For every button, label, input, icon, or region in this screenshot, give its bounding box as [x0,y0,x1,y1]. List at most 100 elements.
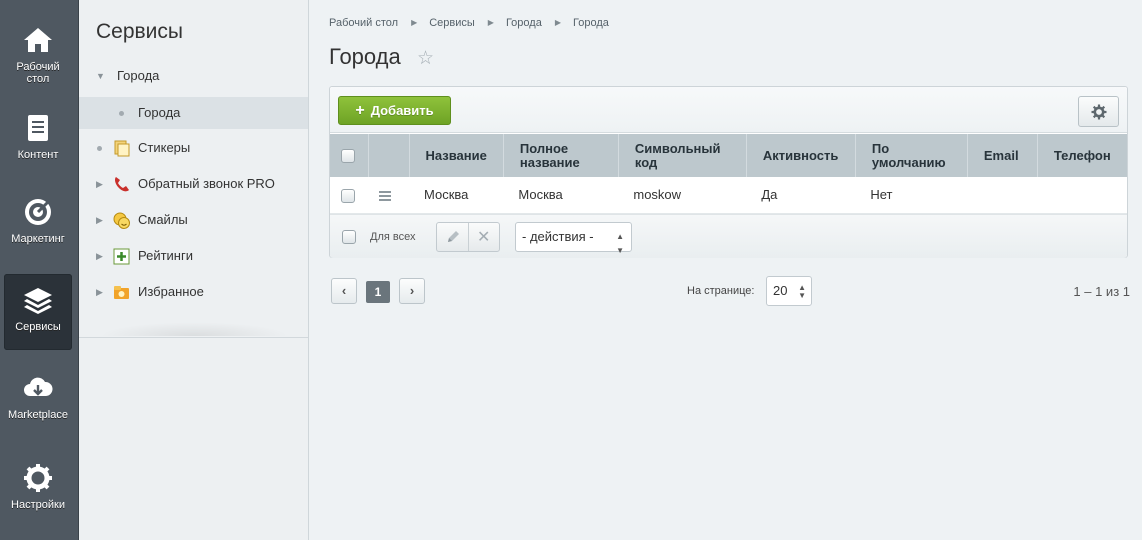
menu-item-label: Обратный звонок PRO [138,176,275,191]
bullet-icon [119,111,124,116]
menu-title: Сервисы [96,20,184,43]
add-button[interactable]: + Добавить [338,96,451,125]
rail-item-marketing[interactable]: Маркетинг [4,186,72,262]
per-page-value: 20 [773,283,788,298]
records-count: 1 – 1 из 1 [1073,284,1130,299]
rail-label-desktop: Рабочий стол [16,61,60,85]
main-nav-rail: Рабочий стол Контент Маркетинг Сервисы M… [0,0,79,540]
table-row[interactable]: Москва Москва moskow Да Нет [330,177,1127,214]
bullet-icon [97,146,102,151]
menu-item-label: Города [117,68,160,83]
rail-item-services[interactable]: Сервисы [4,274,72,350]
row-checkbox[interactable] [341,188,355,203]
breadcrumb-item[interactable]: Города [506,17,542,29]
column-header-phone[interactable]: Телефон [1037,134,1127,177]
select-caret-icon: ▲ ▼ [616,232,624,255]
chevron-right-icon: ▶ [487,18,494,27]
for-all-checkbox[interactable] [342,230,356,244]
menu-shadow [99,322,289,336]
menu-item-ratings[interactable]: ▶ Рейтинги [79,240,308,272]
rail-item-settings[interactable]: Настройки [4,452,72,528]
cell-code: moskow [618,177,747,214]
for-all-label: Для всех [370,231,416,243]
rail-item-content[interactable]: Контент [4,102,72,178]
menu-item-callback[interactable]: ▶ Обратный звонок PRO [79,168,308,200]
menu-item-cities-group[interactable]: ▼ Города [79,60,308,92]
pager-next-button[interactable]: › [399,278,425,304]
pager-current-page[interactable]: 1 [366,281,390,303]
menu-item-label: Города [138,105,181,120]
smile-icon [113,212,130,229]
rail-label-content: Контент [17,149,59,161]
content-icon [28,115,48,141]
row-menu-icon[interactable] [379,190,391,201]
rail-label-marketplace: Marketplace [8,409,68,421]
layers-icon [24,288,52,314]
menu-item-cities[interactable]: Города [79,97,308,129]
breadcrumb-item[interactable]: Рабочий стол [329,17,398,29]
cell-full-name: Москва [503,177,619,214]
gear-icon [1091,104,1107,120]
row-menu-cell [368,177,409,214]
menu-item-label: Избранное [138,284,204,299]
breadcrumb: Рабочий стол ▶ Сервисы ▶ Города ▶ Города [329,17,609,29]
chevron-right-icon[interactable]: ▶ [96,276,103,308]
sticker-icon [114,140,130,157]
pencil-icon[interactable] [445,229,461,245]
star-icon[interactable]: ☆ [417,47,434,70]
target-icon [25,198,52,225]
per-page-select[interactable]: 20 ▲ ▼ [766,276,812,306]
table-header-row: Название Полное название Символьный код … [330,134,1127,177]
menu-item-smiles[interactable]: ▶ Смайлы [79,204,308,236]
cell-phone [1037,177,1127,214]
cell-active: Да [746,177,856,214]
menu-item-label: Стикеры [138,140,191,155]
phone-icon [115,177,129,192]
menu-item-favorites[interactable]: ▶ Избранное [79,276,308,308]
rail-label-services: Сервисы [15,321,61,333]
main-content: Рабочий стол ▶ Сервисы ▶ Города ▶ Города Город… [309,0,1142,540]
grid-toolbar: + Добавить [330,87,1127,133]
rail-item-desktop[interactable]: Рабочий стол [4,14,72,90]
button-divider [468,223,469,251]
row-checkbox-cell [330,177,368,214]
cell-email [967,177,1038,214]
per-page-label: На странице: [687,285,755,297]
services-menu: Сервисы ▼ Города Города Стикеры ▶ Обратн… [79,0,309,540]
pager-prev-button[interactable]: ‹ [331,278,357,304]
rail-item-marketplace[interactable]: Marketplace [4,362,72,438]
cities-table: Название Полное название Символьный код … [330,134,1127,214]
home-icon [24,28,52,52]
chevron-right-icon: ▶ [411,18,418,27]
chevron-right-icon[interactable]: ▶ [96,240,103,272]
delete-icon[interactable]: ✕ [477,227,490,247]
rating-plus-icon [113,248,130,265]
chevron-right-icon[interactable]: ▶ [96,204,103,236]
menu-item-label: Смайлы [138,212,188,227]
menu-item-stickers[interactable]: Стикеры [79,132,308,164]
rail-label-settings: Настройки [11,499,65,511]
column-header-name[interactable]: Название [409,134,504,177]
group-actions-bar: Для всех ✕ - действия - ▲ ▼ [330,214,1127,258]
column-header-active[interactable]: Активность [746,134,856,177]
grid-settings-button[interactable] [1078,96,1119,127]
select-caret-icon: ▲ ▼ [798,283,806,300]
chevron-right-icon: ▶ [554,18,561,27]
select-all-checkbox[interactable] [341,148,355,163]
column-header-code[interactable]: Символьный код [618,134,747,177]
menu-divider [79,337,308,338]
column-header-default[interactable]: По умолчанию [855,134,968,177]
chevron-right-icon[interactable]: ▶ [96,168,103,200]
cell-name: Москва [409,177,504,214]
select-all-header [330,134,369,177]
column-header-full-name[interactable]: Полное название [503,134,619,177]
chevron-down-icon[interactable]: ▼ [96,60,105,92]
add-button-label: Добавить [370,103,434,118]
breadcrumb-item[interactable]: Сервисы [429,17,475,29]
breadcrumb-item[interactable]: Города [573,17,609,29]
row-menu-header [368,134,410,177]
column-header-email[interactable]: Email [967,134,1038,177]
cities-grid: + Добавить Название Полное название Симв… [329,86,1128,258]
actions-select[interactable]: - действия - ▲ ▼ [515,222,632,255]
cloud-download-icon [24,377,53,396]
